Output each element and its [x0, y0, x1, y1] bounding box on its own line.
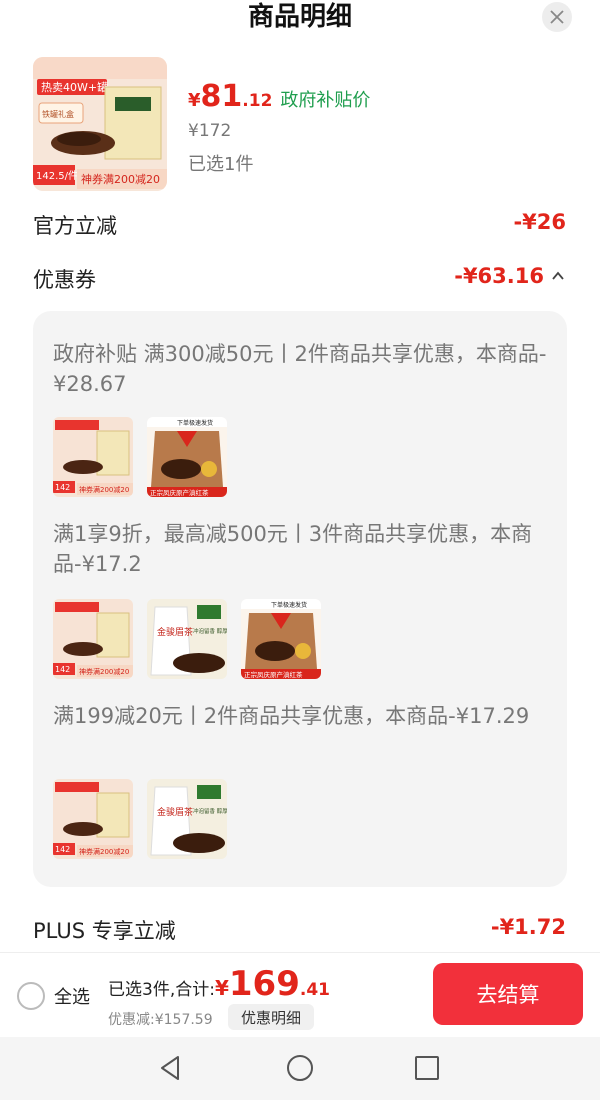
discount-detail-button[interactable]: 优惠明细 [228, 1004, 314, 1030]
coupon-item-text: 满1享9折，最高减500元丨3件商品共享优惠，本商品-¥17.2 [53, 522, 533, 576]
svg-text:142: 142 [55, 483, 70, 492]
close-icon [550, 10, 564, 24]
checkout-bar: 全选 已选3件,合计: ¥ 169 .41 优惠减:¥157.59 优惠明细 去… [0, 952, 600, 1037]
home-icon [287, 1055, 313, 1081]
coupon-label: 优惠券 [33, 268, 96, 292]
official-discount-value: -¥26 [513, 210, 566, 234]
page-title: 商品明细 [247, 2, 352, 32]
product-image[interactable]: 热卖40W+罐 铁罐礼盒 142.5/件 神券满200减20 [33, 57, 167, 191]
total-price: 已选3件,合计: ¥ 169 .41 [108, 964, 330, 1004]
svg-text:142: 142 [55, 665, 70, 674]
coupon-item-text: 满199减20元丨2件商品共享优惠，本商品-¥17.29 [53, 704, 530, 728]
thumb-bag-tea[interactable]: 下单极速发货正宗凤庆原产滇红茶 [241, 599, 321, 679]
selected-count: 已选1件 [188, 154, 254, 175]
total-label: 已选3件,合计: [108, 980, 215, 1000]
select-all-label[interactable]: 全选 [54, 983, 90, 1009]
svg-text:铁罐礼盒: 铁罐礼盒 [42, 109, 74, 119]
official-discount-label: 官方立减 [33, 214, 117, 238]
recents-button[interactable] [412, 1053, 442, 1083]
system-nav-bar [0, 1037, 600, 1100]
svg-text:金骏眉茶: 金骏眉茶 [157, 626, 193, 638]
coupon-detail-box: 政府补贴 满300减50元丨2件商品共享优惠，本商品-¥28.67 142 神券满… [33, 311, 567, 887]
checkout-button[interactable]: 去结算 [433, 963, 583, 1025]
svg-text:神券满200减20: 神券满200减20 [79, 847, 129, 856]
svg-text:冲泡留香 醇厚回甘: 冲泡留香 醇厚回甘 [193, 807, 227, 815]
coupon-value: -¥63.16 [454, 264, 544, 288]
select-all-radio[interactable] [17, 982, 45, 1010]
svg-text:神券满200减20: 神券满200减20 [79, 485, 129, 494]
coupon-item-text: 政府补贴 满300减50元丨2件商品共享优惠，本商品-¥28.67 [53, 342, 547, 396]
home-button[interactable] [285, 1053, 315, 1083]
detail-panel: 商品明细 热卖40W+罐 铁罐礼盒 142.5/件 神券满200减20 ¥ 81… [0, 0, 600, 952]
total-decimal: .41 [299, 980, 330, 1000]
svg-text:神券满200减20: 神券满200减20 [79, 667, 129, 676]
original-price: ¥172 [188, 121, 232, 141]
total-integer: 169 [228, 964, 300, 1004]
chevron-up-icon [552, 271, 564, 280]
svg-text:142.5/件: 142.5/件 [36, 170, 78, 182]
price-integer: 81 [200, 79, 243, 114]
coupon-item-thumbs: 142 神券满200减20 下单极速发货正宗凤庆原产滇红茶 [53, 417, 227, 497]
svg-text:142: 142 [55, 845, 70, 854]
price-decimal: .12 [242, 91, 273, 111]
svg-text:金骏眉茶: 金骏眉茶 [157, 806, 193, 818]
back-button[interactable] [156, 1053, 186, 1083]
thumb-tin-tea[interactable]: 142 神券满200减20 [53, 779, 133, 859]
svg-text:下单极速发货: 下单极速发货 [177, 419, 213, 427]
coupon-toggle[interactable]: -¥63.16 [454, 264, 566, 288]
thumb-tin-tea[interactable]: 142 神券满200减20 [53, 417, 133, 497]
svg-text:神券满200减20: 神券满200减20 [81, 172, 160, 186]
back-icon [161, 1056, 179, 1080]
thumb-white-bag-tea[interactable]: 金骏眉茶冲泡留香 醇厚回甘 [147, 779, 227, 859]
saved-amount: 优惠减:¥157.59 [108, 1012, 213, 1028]
thumb-white-bag-tea[interactable]: 金骏眉茶冲泡留香 醇厚回甘 [147, 599, 227, 679]
svg-text:正宗凤庆原产滇红茶: 正宗凤庆原产滇红茶 [244, 670, 303, 679]
subsidy-tag: 政府补贴价 [280, 90, 371, 111]
thumb-bag-tea[interactable]: 下单极速发货正宗凤庆原产滇红茶 [147, 417, 227, 497]
svg-text:正宗凤庆原产滇红茶: 正宗凤庆原产滇红茶 [150, 488, 209, 497]
product-price: ¥ 81 .12 政府补贴价 [188, 79, 371, 114]
recents-icon [415, 1056, 439, 1080]
plus-discount-value: -¥1.72 [490, 915, 566, 939]
coupon-item-thumbs: 142 神券满200减20 金骏眉茶冲泡留香 醇厚回甘 下单极速发货正宗凤庆原产滇… [53, 599, 321, 679]
coupon-item-thumbs: 142 神券满200减20 金骏眉茶冲泡留香 醇厚回甘 [53, 779, 227, 859]
thumb-tin-tea[interactable]: 142 神券满200减20 [53, 599, 133, 679]
svg-text:冲泡留香 醇厚回甘: 冲泡留香 醇厚回甘 [193, 627, 227, 635]
plus-discount-label: PLUS 专享立减 [33, 919, 176, 943]
banner-text: 热卖40W+罐 [41, 81, 108, 94]
svg-text:下单极速发货: 下单极速发货 [271, 601, 307, 609]
close-button[interactable] [542, 2, 572, 32]
